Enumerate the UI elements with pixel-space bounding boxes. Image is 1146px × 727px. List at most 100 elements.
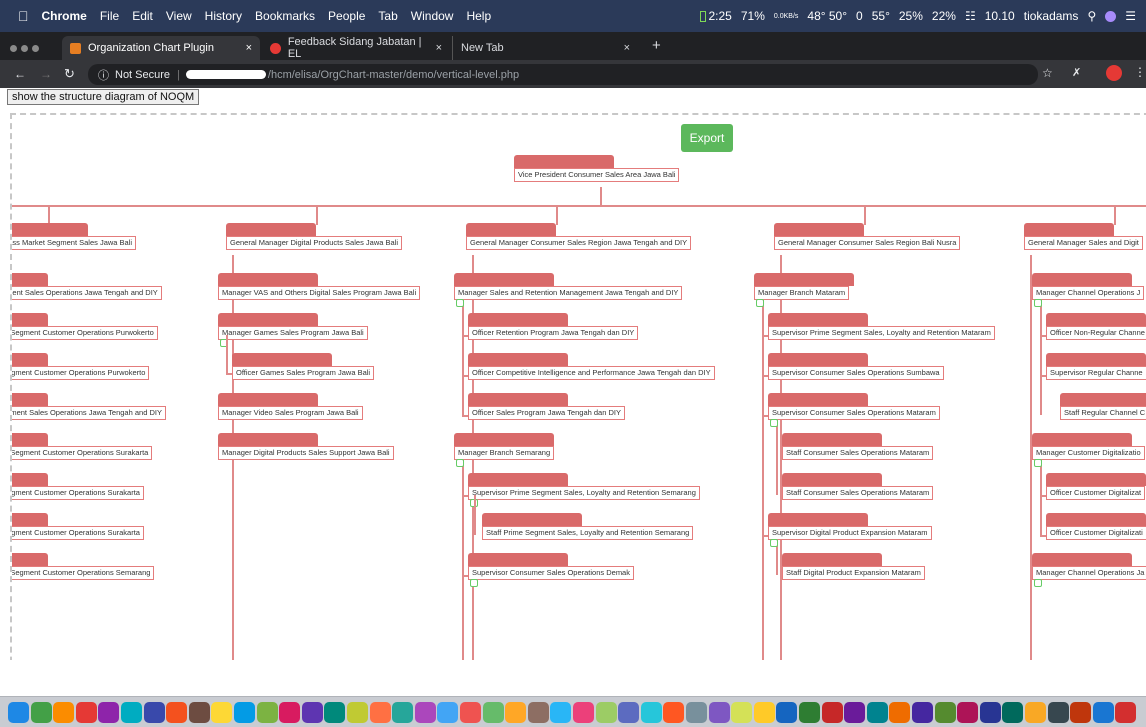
node-title: Supervisor Prime Segment Sales, Loyalty …: [768, 326, 995, 340]
notification-center-icon[interactable]: ☰: [1125, 9, 1136, 23]
menu-view[interactable]: View: [166, 9, 192, 23]
dock-app-icon[interactable]: [1092, 702, 1114, 723]
menu-edit[interactable]: Edit: [132, 9, 153, 23]
status-username[interactable]: tiokadams: [1024, 9, 1079, 23]
siri-icon[interactable]: [1105, 10, 1117, 22]
dock-app-icon[interactable]: [618, 702, 640, 723]
security-label[interactable]: Not Secure: [115, 69, 170, 81]
tab-close-icon[interactable]: ×: [246, 42, 252, 54]
dock-app-icon[interactable]: [347, 702, 368, 723]
dock-app-icon[interactable]: [550, 702, 572, 723]
collapse-toggle-icon[interactable]: [756, 299, 764, 307]
dock-app-icon[interactable]: [1115, 702, 1137, 723]
dock-app-icon[interactable]: [437, 702, 459, 723]
menu-window[interactable]: Window: [411, 9, 454, 23]
dock-app-icon[interactable]: [75, 702, 97, 723]
new-tab-button[interactable]: +: [652, 37, 661, 54]
menu-file[interactable]: File: [100, 9, 119, 23]
dock-app-icon[interactable]: [98, 702, 120, 723]
dock-app-icon[interactable]: [369, 702, 391, 723]
collapse-toggle-icon[interactable]: [456, 459, 464, 467]
dock-app-icon[interactable]: [866, 702, 888, 723]
dock-app-icon[interactable]: [234, 702, 255, 723]
dock-app-icon[interactable]: [30, 702, 52, 723]
apple-icon[interactable]: : [18, 8, 29, 24]
menu-help[interactable]: Help: [466, 9, 491, 23]
tab-new-tab[interactable]: New Tab ×: [452, 36, 638, 60]
dock-app-icon[interactable]: [1070, 702, 1092, 723]
dock-app-icon[interactable]: [1025, 702, 1046, 723]
dock-app-icon[interactable]: [573, 702, 594, 723]
zoom-window-button[interactable]: [32, 45, 39, 52]
dock-app-icon[interactable]: [776, 702, 798, 723]
dock-app-icon[interactable]: [844, 702, 866, 723]
menu-app-name[interactable]: Chrome: [42, 9, 87, 23]
forward-arrow-icon[interactable]: →: [40, 67, 52, 81]
dock-app-icon[interactable]: [686, 702, 707, 723]
dock-app-icon[interactable]: [753, 702, 775, 723]
dock-app-icon[interactable]: [121, 702, 142, 723]
dock-app-icon[interactable]: [957, 702, 979, 723]
tab-feedback-sidang[interactable]: Feedback Sidang Jabatan | EL ×: [262, 36, 450, 60]
dock-app-icon[interactable]: [279, 702, 301, 723]
dock-app-icon[interactable]: [188, 702, 210, 723]
collapse-toggle-icon[interactable]: [1034, 299, 1042, 307]
collapse-toggle-icon[interactable]: [456, 299, 464, 307]
dock-app-icon[interactable]: [979, 702, 1001, 723]
collapse-toggle-icon[interactable]: [1034, 459, 1042, 467]
dock-app-icon[interactable]: [663, 702, 685, 723]
dock-app-icon[interactable]: [1002, 702, 1024, 723]
back-arrow-icon[interactable]: ←: [14, 67, 26, 81]
wifi-icon[interactable]: ☷: [965, 9, 976, 23]
collapse-toggle-icon[interactable]: [470, 579, 478, 587]
dock-app-icon[interactable]: [211, 702, 233, 723]
info-icon[interactable]: ⓘ: [98, 67, 109, 83]
profile-avatar-icon[interactable]: [1106, 65, 1122, 81]
dock-app-icon[interactable]: [460, 702, 481, 723]
dock-app-icon[interactable]: [708, 702, 730, 723]
dock-app-icon[interactable]: [934, 702, 956, 723]
dock-app-icon[interactable]: [324, 702, 346, 723]
menu-history[interactable]: History: [205, 9, 242, 23]
menu-people[interactable]: People: [328, 9, 365, 23]
collapse-toggle-icon[interactable]: [770, 419, 778, 427]
tab-close-icon[interactable]: ×: [624, 42, 630, 54]
collapse-toggle-icon[interactable]: [770, 539, 778, 547]
bookmark-star-icon[interactable]: ☆: [1042, 66, 1053, 80]
dock-app-icon[interactable]: [8, 702, 29, 723]
dock-app-icon[interactable]: [166, 702, 188, 723]
dock-app-icon[interactable]: [799, 702, 820, 723]
dock-app-icon[interactable]: [1047, 702, 1069, 723]
dock-app-icon[interactable]: [143, 702, 165, 723]
dock-app-icon[interactable]: [256, 702, 278, 723]
tab-close-icon[interactable]: ×: [436, 42, 442, 54]
chrome-menu-icon[interactable]: ⋮: [1134, 65, 1146, 79]
dock-app-icon[interactable]: [527, 702, 549, 723]
url-text[interactable]: /hcm/elisa/OrgChart-master/demo/vertical…: [268, 69, 519, 81]
reload-icon[interactable]: ↻: [64, 66, 75, 82]
dock-app-icon[interactable]: [889, 702, 911, 723]
address-bar[interactable]: ⓘ Not Secure | /hcm/elisa/OrgChart-maste…: [88, 64, 1038, 85]
spotlight-search-icon[interactable]: ⚲: [1087, 9, 1096, 23]
dock-app-icon[interactable]: [482, 702, 504, 723]
dock-app-icon[interactable]: [301, 702, 323, 723]
minimize-window-button[interactable]: [21, 45, 28, 52]
dock-app-icon[interactable]: [595, 702, 617, 723]
dock-app-icon[interactable]: [414, 702, 436, 723]
dock-app-icon[interactable]: [912, 702, 933, 723]
dock-app-icon[interactable]: [640, 702, 662, 723]
menu-bookmarks[interactable]: Bookmarks: [255, 9, 315, 23]
battery-icon[interactable]: [700, 10, 707, 22]
tab-organization-chart[interactable]: Organization Chart Plugin ×: [62, 36, 260, 60]
menu-tab[interactable]: Tab: [378, 9, 397, 23]
show-structure-diagram-button[interactable]: show the structure diagram of NOQM: [7, 89, 200, 105]
dock-app-icon[interactable]: [731, 702, 753, 723]
dock-app-icon[interactable]: [505, 702, 527, 723]
dock-app-icon[interactable]: [821, 702, 843, 723]
dock-app-icon[interactable]: [53, 702, 75, 723]
extension-icon[interactable]: ✗: [1072, 66, 1081, 79]
collapse-toggle-icon[interactable]: [1034, 579, 1042, 587]
export-button[interactable]: Export: [681, 124, 733, 152]
dock-app-icon[interactable]: [392, 702, 414, 723]
close-window-button[interactable]: [10, 45, 17, 52]
